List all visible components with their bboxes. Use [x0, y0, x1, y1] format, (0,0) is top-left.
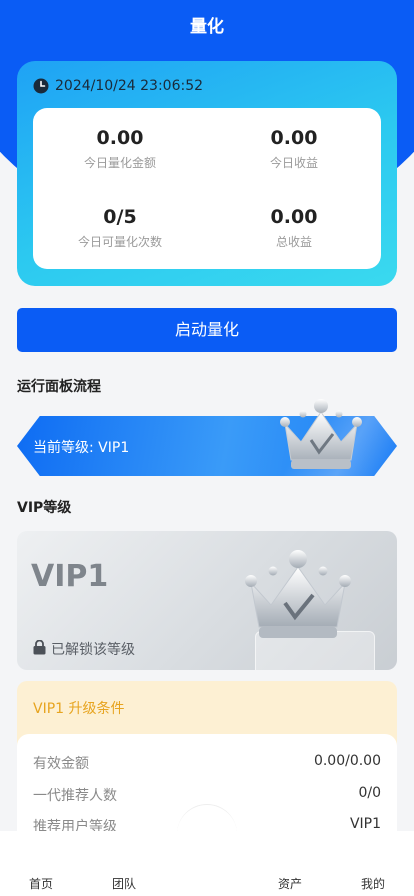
stat-label: 今日收益	[269, 156, 318, 170]
stat-label: 总收益	[275, 235, 312, 249]
condition-row: 一代推荐人数 0/0	[33, 785, 381, 805]
tab-mine[interactable]: 我的	[348, 875, 398, 892]
process-section-title: 运行面板流程	[17, 379, 101, 395]
clock-icon	[33, 78, 49, 94]
start-quant-button[interactable]: 启动量化	[17, 308, 397, 352]
vip-section-title: VIP等级	[17, 500, 72, 516]
bottom-tabbar: 首页 团队 资产 我的	[0, 831, 414, 896]
stat-value: 0.00	[96, 127, 144, 149]
unlock-status: 已解锁该等级	[33, 639, 135, 659]
condition-key: 一代推荐人数	[33, 788, 117, 804]
datetime-text: 2024/10/24 23:06:52	[55, 78, 204, 94]
stat-today-earnings: 0.00 今日收益	[207, 127, 381, 171]
crown-large-icon	[233, 543, 363, 647]
tab-home[interactable]: 首页	[16, 875, 66, 892]
condition-value: 0.00/0.00	[313, 753, 381, 769]
stat-value: 0.00	[270, 127, 318, 149]
quant-page: 量化 2024/10/24 23:06:52 0.00 今日量化金额 0.00 …	[0, 0, 414, 896]
datetime-row: 2024/10/24 23:06:52	[33, 78, 203, 94]
condition-value: 0/0	[358, 785, 381, 801]
lock-icon	[33, 639, 46, 659]
stat-total-earnings: 0.00 总收益	[207, 206, 381, 250]
stat-label: 今日量化金额	[83, 156, 156, 170]
condition-key: 有效金额	[33, 756, 89, 772]
vip-level-name: VIP1	[31, 559, 109, 594]
upgrade-title: VIP1 升级条件	[33, 701, 125, 717]
page-title: 量化	[190, 17, 224, 37]
stat-today-amount: 0.00 今日量化金额	[33, 127, 207, 171]
stats-panel: 0.00 今日量化金额 0.00 今日收益 0/5 今日可量化次数 0.00 总…	[33, 108, 381, 269]
unlock-status-text: 已解锁该等级	[51, 642, 135, 658]
tab-assets[interactable]: 资产	[265, 875, 315, 892]
condition-row: 有效金额 0.00/0.00	[33, 753, 381, 773]
stats-card: 2024/10/24 23:06:52 0.00 今日量化金额 0.00 今日收…	[17, 61, 397, 286]
stat-value: 0.00	[270, 206, 318, 228]
stat-value: 0/5	[103, 206, 137, 228]
current-level-text: 当前等级: VIP1	[33, 440, 130, 456]
tab-team[interactable]: 团队	[99, 875, 149, 892]
stat-remaining-times: 0/5 今日可量化次数	[33, 206, 207, 250]
crown-icon	[273, 394, 369, 478]
stat-label: 今日可量化次数	[77, 235, 162, 249]
